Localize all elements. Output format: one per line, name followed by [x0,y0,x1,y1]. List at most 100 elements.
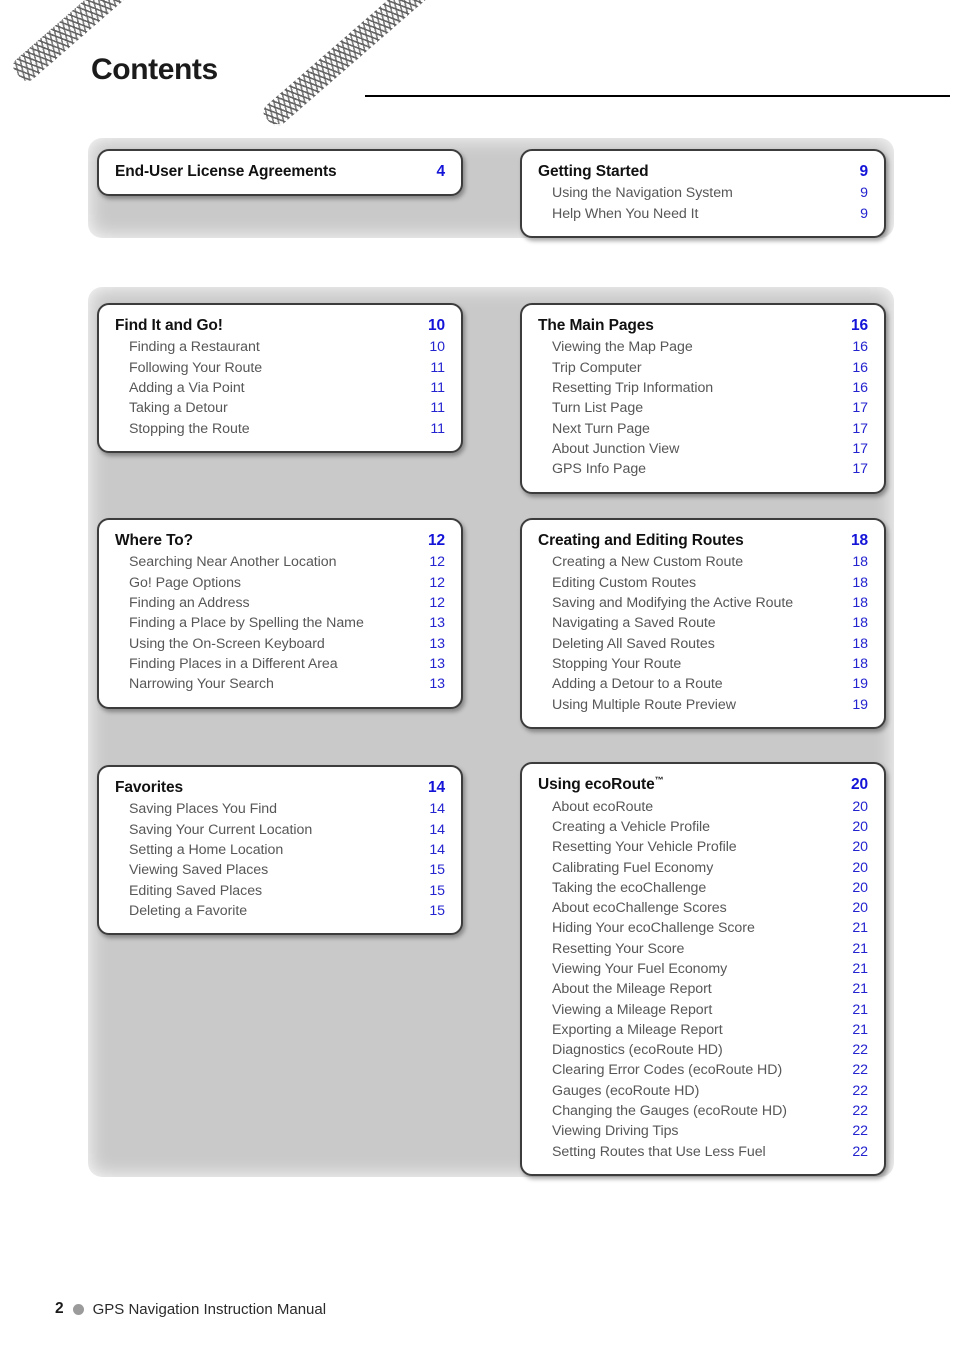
toc-section-where-to[interactable]: Where To? 12 Searching Near Another Locati… [97,518,463,709]
toc-subitem[interactable]: Resetting Your Score 21 [552,939,868,959]
toc-subitem[interactable]: Saving Places You Find 14 [129,799,445,819]
toc-subitem-page-number[interactable]: 22 [852,1101,868,1121]
toc-subitem[interactable]: Adding a Detour to a Route 19 [552,674,868,694]
toc-section-page-number[interactable]: 9 [859,162,868,182]
toc-subitem-page-number[interactable]: 14 [429,799,445,819]
toc-subitem[interactable]: Gauges (ecoRoute HD) 22 [552,1081,868,1101]
toc-subitem[interactable]: Resetting Your Vehicle Profile 20 [552,837,868,857]
toc-subitem[interactable]: About ecoChallenge Scores 20 [552,898,868,918]
toc-subitem-page-number[interactable]: 20 [852,797,868,817]
toc-subitem[interactable]: Taking the ecoChallenge 20 [552,878,868,898]
toc-subitem[interactable]: Turn List Page 17 [552,398,868,418]
toc-subitem-page-number[interactable]: 19 [852,674,868,694]
toc-subitem[interactable]: Go! Page Options 12 [129,573,445,593]
toc-subitem-page-number[interactable]: 15 [429,901,445,921]
toc-subitem[interactable]: Following Your Route 11 [129,358,445,378]
toc-subitem[interactable]: Stopping the Route 11 [129,419,445,439]
toc-subitem[interactable]: Stopping Your Route 18 [552,654,868,674]
toc-subitem-page-number[interactable]: 17 [852,419,868,439]
toc-subitem[interactable]: Viewing the Map Page 16 [552,337,868,357]
toc-subitem-page-number[interactable]: 22 [852,1060,868,1080]
toc-subitem[interactable]: Changing the Gauges (ecoRoute HD) 22 [552,1101,868,1121]
toc-subitem[interactable]: GPS Info Page 17 [552,459,868,479]
toc-subitem[interactable]: Saving and Modifying the Active Route 18 [552,593,868,613]
toc-subitem[interactable]: Exporting a Mileage Report 21 [552,1020,868,1040]
toc-subitem-page-number[interactable]: 18 [852,552,868,572]
toc-subitem[interactable]: About the Mileage Report 21 [552,979,868,999]
toc-subitem-page-number[interactable]: 21 [852,979,868,999]
toc-subitem[interactable]: Taking a Detour 11 [129,398,445,418]
toc-subitem[interactable]: Hiding Your ecoChallenge Score 21 [552,918,868,938]
toc-subitem[interactable]: Editing Custom Routes 18 [552,573,868,593]
toc-subitem-page-number[interactable]: 22 [852,1040,868,1060]
toc-subitem-page-number[interactable]: 9 [860,204,868,224]
toc-subitem-page-number[interactable]: 16 [852,378,868,398]
toc-subitem-page-number[interactable]: 22 [852,1121,868,1141]
toc-subitem[interactable]: Diagnostics (ecoRoute HD) 22 [552,1040,868,1060]
toc-subitem-page-number[interactable]: 21 [852,918,868,938]
toc-section-eula[interactable]: End-User License Agreements 4 [97,149,463,197]
toc-subitem-page-number[interactable]: 21 [852,959,868,979]
toc-section-page-number[interactable]: 4 [436,162,445,182]
toc-subitem-page-number[interactable]: 20 [852,837,868,857]
toc-section-page-number[interactable]: 18 [851,531,868,551]
toc-subitem[interactable]: Creating a New Custom Route 18 [552,552,868,572]
toc-subitem-page-number[interactable]: 16 [852,337,868,357]
toc-section-using-ecoroute[interactable]: Using ecoRoute™ 20 About ecoRoute 20 Creatin… [520,762,886,1176]
toc-subitem-page-number[interactable]: 20 [852,878,868,898]
toc-subitem-page-number[interactable]: 13 [429,634,445,654]
toc-subitem-page-number[interactable]: 11 [430,419,445,439]
toc-subitem-page-number[interactable]: 12 [429,552,445,572]
toc-subitem-page-number[interactable]: 20 [852,858,868,878]
toc-subitem[interactable]: Next Turn Page 17 [552,419,868,439]
toc-subitem-page-number[interactable]: 13 [429,654,445,674]
toc-subitem-page-number[interactable]: 10 [429,337,445,357]
toc-subitem[interactable]: Setting Routes that Use Less Fuel 22 [552,1142,868,1162]
toc-subitem[interactable]: Navigating a Saved Route 18 [552,613,868,633]
toc-subitem[interactable]: Viewing Saved Places 15 [129,860,445,880]
toc-subitem[interactable]: Creating a Vehicle Profile 20 [552,817,868,837]
toc-subitem[interactable]: Saving Your Current Location 14 [129,820,445,840]
toc-subitem-page-number[interactable]: 21 [852,939,868,959]
toc-subitem-page-number[interactable]: 20 [852,817,868,837]
toc-section-page-number[interactable]: 12 [428,531,445,551]
toc-subitem-page-number[interactable]: 17 [852,439,868,459]
toc-subitem-page-number[interactable]: 20 [852,898,868,918]
toc-subitem[interactable]: Searching Near Another Location 12 [129,552,445,572]
toc-subitem[interactable]: Using the Navigation System 9 [552,183,868,203]
toc-section-getting-started[interactable]: Getting Started 9 Using the Navigation Sys… [520,149,886,239]
toc-section-page-number[interactable]: 20 [851,775,868,795]
toc-subitem-page-number[interactable]: 11 [430,398,445,418]
toc-subitem[interactable]: Editing Saved Places 15 [129,881,445,901]
toc-subitem-page-number[interactable]: 15 [429,881,445,901]
toc-subitem-page-number[interactable]: 18 [852,613,868,633]
toc-subitem-page-number[interactable]: 13 [429,613,445,633]
toc-subitem-page-number[interactable]: 11 [430,378,445,398]
toc-section-find-it-and-go[interactable]: Find It and Go! 10 Finding a Restaurant 10 F… [97,303,463,453]
toc-subitem-page-number[interactable]: 18 [852,573,868,593]
toc-subitem[interactable]: Deleting a Favorite 15 [129,901,445,921]
toc-subitem[interactable]: Finding an Address 12 [129,593,445,613]
toc-subitem-page-number[interactable]: 12 [429,573,445,593]
toc-subitem[interactable]: Using Multiple Route Preview 19 [552,695,868,715]
toc-subitem[interactable]: Resetting Trip Information 16 [552,378,868,398]
toc-subitem[interactable]: Calibrating Fuel Economy 20 [552,858,868,878]
toc-subitem[interactable]: Deleting All Saved Routes 18 [552,634,868,654]
toc-subitem[interactable]: Narrowing Your Search 13 [129,674,445,694]
toc-subitem-page-number[interactable]: 19 [852,695,868,715]
toc-subitem-page-number[interactable]: 18 [852,654,868,674]
toc-subitem-page-number[interactable]: 14 [429,840,445,860]
toc-subitem-page-number[interactable]: 21 [852,1020,868,1040]
toc-subitem-page-number[interactable]: 12 [429,593,445,613]
toc-subitem[interactable]: Using the On-Screen Keyboard 13 [129,634,445,654]
toc-subitem[interactable]: Setting a Home Location 14 [129,840,445,860]
toc-subitem[interactable]: Help When You Need It 9 [552,204,868,224]
toc-subitem-page-number[interactable]: 11 [430,358,445,378]
toc-subitem-page-number[interactable]: 22 [852,1142,868,1162]
toc-subitem[interactable]: Viewing Driving Tips 22 [552,1121,868,1141]
toc-subitem[interactable]: Viewing Your Fuel Economy 21 [552,959,868,979]
toc-subitem-page-number[interactable]: 17 [852,459,868,479]
toc-subitem[interactable]: Trip Computer 16 [552,358,868,378]
toc-subitem-page-number[interactable]: 22 [852,1081,868,1101]
toc-subitem[interactable]: Viewing a Mileage Report 21 [552,1000,868,1020]
